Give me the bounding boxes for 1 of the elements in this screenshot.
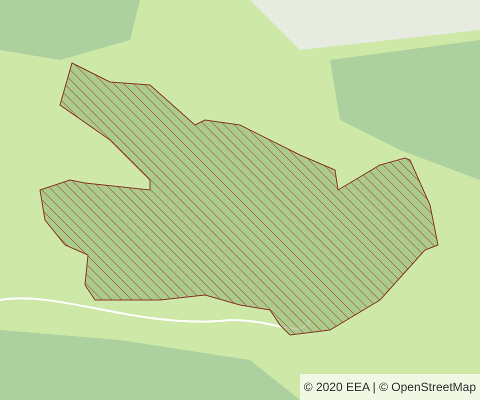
map-attribution: © 2020 EEA | © OpenStreetMap xyxy=(304,380,476,394)
